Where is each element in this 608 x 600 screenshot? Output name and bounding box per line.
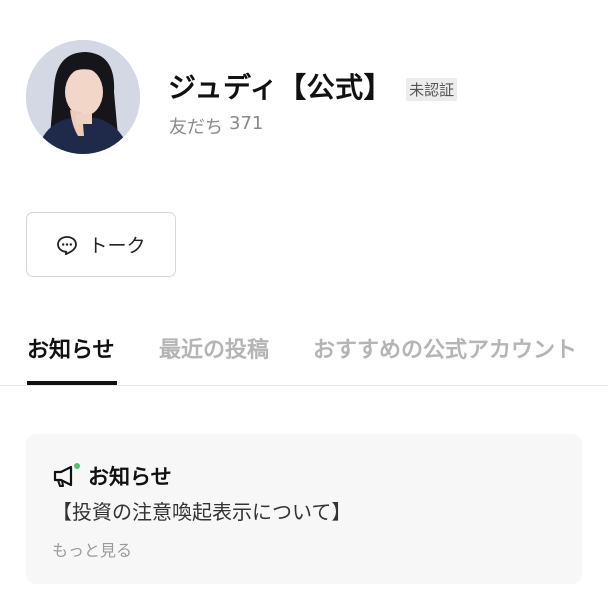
- tab-bar: お知らせ 最近の投稿 おすすめの公式アカウント: [0, 318, 608, 386]
- notice-card[interactable]: お知らせ 【投資の注意喚起表示について】 もっと見る: [26, 434, 582, 584]
- verification-badge: 未認証: [406, 77, 458, 101]
- friends-label: 友だち: [169, 117, 223, 138]
- see-more-link[interactable]: もっと見る: [52, 537, 132, 561]
- tab-recent-posts[interactable]: 最近の投稿: [159, 332, 269, 364]
- friends-count: 371: [229, 113, 264, 134]
- talk-button-label: トーク: [88, 235, 146, 257]
- notice-header: お知らせ: [52, 461, 172, 491]
- active-tab-indicator: [27, 381, 117, 385]
- tab-notices[interactable]: お知らせ: [27, 332, 115, 364]
- new-indicator-dot: [74, 463, 80, 469]
- profile-header: ジュディ【公式】 未認証 友だち 371: [0, 0, 608, 190]
- avatar-image: [26, 40, 140, 154]
- avatar[interactable]: [26, 40, 140, 154]
- notice-title: お知らせ: [88, 465, 172, 489]
- megaphone-icon: [52, 463, 80, 489]
- chat-bubble-icon: [56, 234, 78, 256]
- friends-count-row: 友だち 371: [169, 113, 263, 139]
- tab-recommended-accounts[interactable]: おすすめの公式アカウント: [313, 332, 577, 364]
- notice-body: 【投資の注意喚起表示について】: [52, 500, 352, 524]
- talk-button[interactable]: トーク: [26, 212, 176, 277]
- account-name: ジュディ【公式】: [168, 71, 393, 104]
